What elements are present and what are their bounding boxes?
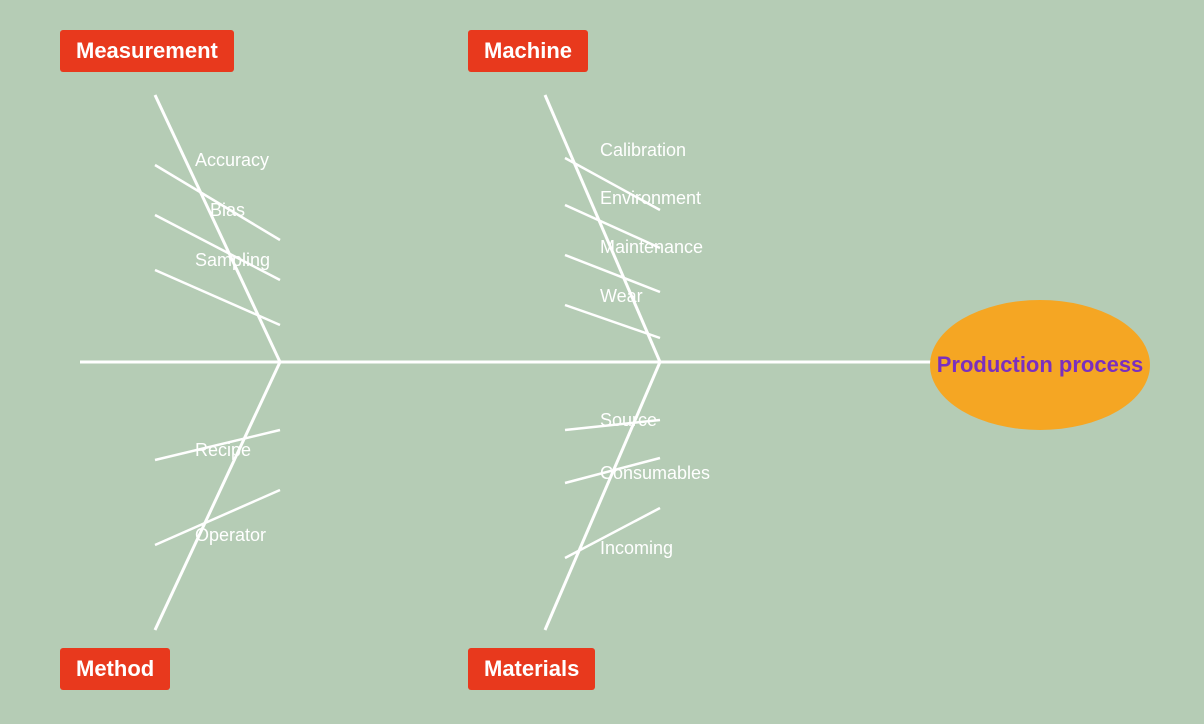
measurement-label: Measurement: [60, 30, 234, 72]
recipe-label: Recipe: [195, 440, 251, 461]
operator-label: Operator: [195, 525, 266, 546]
source-label: Source: [600, 410, 657, 431]
machine-label: Machine: [468, 30, 588, 72]
materials-label: Materials: [468, 648, 595, 690]
accuracy-label: Accuracy: [195, 150, 269, 171]
calibration-label: Calibration: [600, 140, 686, 161]
environment-label: Environment: [600, 188, 701, 209]
wear-label: Wear: [600, 286, 643, 307]
production-process-ellipse: Production process: [930, 300, 1150, 430]
bias-label: Bias: [210, 200, 245, 221]
production-process-label: Production process: [937, 351, 1144, 380]
method-label: Method: [60, 648, 170, 690]
sampling-label: Sampling: [195, 250, 270, 271]
maintenance-label: Maintenance: [600, 237, 703, 258]
consumables-label: Consumables: [600, 463, 710, 484]
incoming-label: Incoming: [600, 538, 673, 559]
